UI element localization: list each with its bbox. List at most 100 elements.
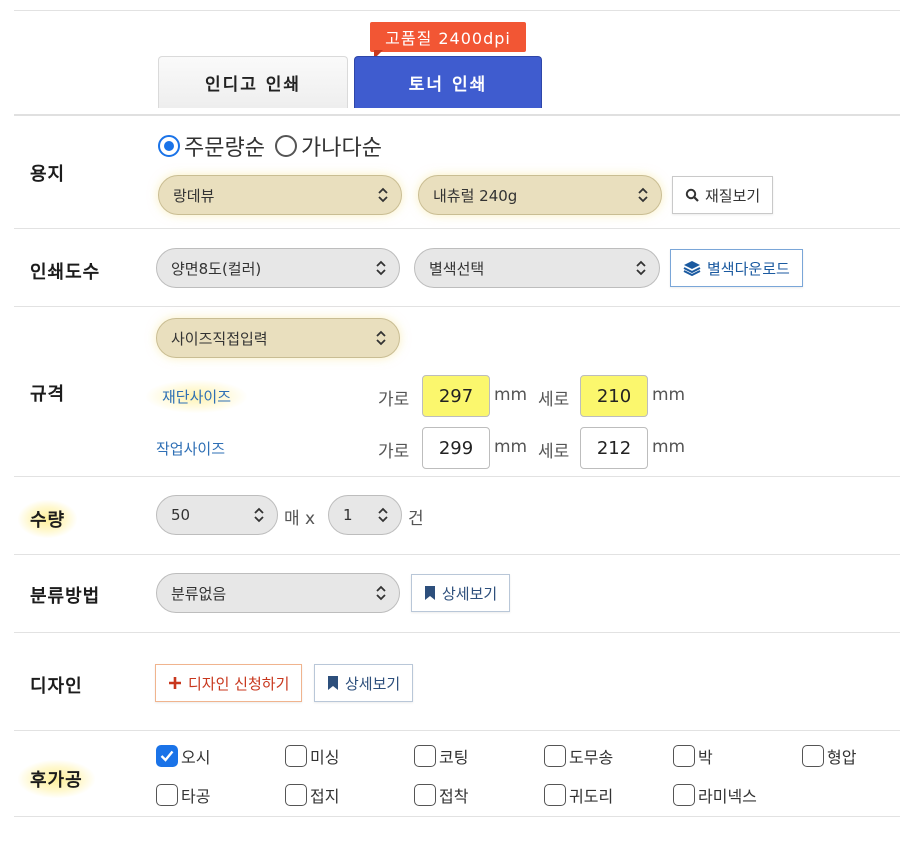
tab-indigo-print[interactable]: 인디고 인쇄 <box>158 56 348 108</box>
sort-by-name-label[interactable]: 가나다순 <box>301 130 382 162</box>
cut-height-label: 세로 <box>538 390 570 410</box>
row-divider <box>14 816 900 817</box>
updown-chevron-icon <box>636 260 646 276</box>
work-width-input[interactable]: 299 <box>422 427 490 469</box>
print-color-value: 양면8도(컬러) <box>171 259 262 278</box>
checkbox-corner[interactable] <box>544 784 566 806</box>
checkbox-osi[interactable] <box>156 745 178 767</box>
paper-label: 용지 <box>30 164 66 185</box>
post-option-glue[interactable]: 접착 <box>414 783 468 807</box>
checkbox-coating[interactable] <box>414 745 436 767</box>
cut-width-label: 가로 <box>378 390 410 410</box>
spot-color-download-label: 별색다운로드 <box>707 259 790 278</box>
option-label-emboss: 형압 <box>827 748 857 767</box>
row-divider <box>14 554 900 555</box>
work-size-label: 작업사이즈 <box>156 440 226 458</box>
tab-toner-print[interactable]: 토너 인쇄 <box>354 56 542 108</box>
size-select[interactable]: 사이즈직접입력 <box>156 318 400 358</box>
sets-select[interactable]: 1 <box>328 495 402 535</box>
paper-sort-group: 주문량순 가나다순 <box>158 130 382 162</box>
bookmark-icon <box>425 586 435 600</box>
paper-type-value: 랑데뷰 <box>173 186 215 205</box>
material-view-button[interactable]: 재질보기 <box>672 176 774 214</box>
sorting-select[interactable]: 분류없음 <box>156 573 400 613</box>
post-option-thomson[interactable]: 도무송 <box>544 744 613 768</box>
row-divider <box>14 632 900 633</box>
checkbox-glue[interactable] <box>414 784 436 806</box>
sort-by-name-radio[interactable] <box>274 135 297 157</box>
sorting-detail-button[interactable]: 상세보기 <box>411 574 511 612</box>
cut-height-input[interactable]: 210 <box>580 375 648 417</box>
check-icon <box>160 750 174 762</box>
size-value: 사이즈직접입력 <box>171 329 268 348</box>
post-option-osi[interactable]: 오시 <box>156 744 210 768</box>
paper-type-select[interactable]: 랑데뷰 <box>158 175 402 215</box>
post-option-mising[interactable]: 미싱 <box>285 744 339 768</box>
sort-by-order-label[interactable]: 주문량순 <box>184 130 265 162</box>
paper-weight-select[interactable]: 내츄럴 240g <box>418 175 662 215</box>
sorting-value: 분류없음 <box>171 584 227 603</box>
sort-by-order-radio[interactable] <box>158 135 180 157</box>
print-color-label: 인쇄도수 <box>30 262 101 283</box>
work-width-label: 가로 <box>378 442 410 462</box>
row-divider <box>14 228 900 229</box>
tab-underline <box>14 114 900 116</box>
updown-chevron-icon <box>378 187 388 203</box>
work-height-unit: mm <box>652 437 686 457</box>
post-option-coating[interactable]: 코팅 <box>414 744 468 768</box>
sorting-detail-label: 상세보기 <box>442 584 498 603</box>
option-label-osi: 오시 <box>181 748 211 767</box>
design-apply-button[interactable]: 디자인 신청하기 <box>155 664 303 702</box>
checkbox-punch[interactable] <box>156 784 178 806</box>
spot-color-value: 별색선택 <box>429 259 485 278</box>
top-divider <box>14 10 900 11</box>
quantity-value: 50 <box>171 506 191 524</box>
post-option-laminex[interactable]: 라미넥스 <box>673 783 757 807</box>
quantity-unit: 매 x <box>284 509 316 529</box>
option-label-mising: 미싱 <box>310 748 340 767</box>
search-icon <box>685 188 699 202</box>
design-apply-label: 디자인 신청하기 <box>188 674 290 693</box>
post-option-emboss[interactable]: 형압 <box>802 744 856 768</box>
cut-width-unit: mm <box>494 385 528 405</box>
work-width-unit: mm <box>494 437 528 457</box>
print-color-select[interactable]: 양면8도(컬러) <box>156 248 400 288</box>
option-label-glue: 접착 <box>439 787 469 806</box>
option-label-coating: 코팅 <box>439 748 469 767</box>
work-height-label: 세로 <box>538 442 570 462</box>
checkbox-emboss[interactable] <box>802 745 824 767</box>
sets-value: 1 <box>343 506 353 524</box>
post-option-corner[interactable]: 귀도리 <box>544 783 613 807</box>
material-view-label: 재질보기 <box>705 186 761 205</box>
layers-icon <box>683 261 701 276</box>
checkbox-thomson[interactable] <box>544 745 566 767</box>
row-divider <box>14 306 900 307</box>
cut-height-unit: mm <box>652 385 686 405</box>
post-option-punch[interactable]: 타공 <box>156 783 210 807</box>
row-divider <box>14 730 900 731</box>
checkbox-foil[interactable] <box>673 745 695 767</box>
updown-chevron-icon <box>378 507 388 523</box>
design-detail-button[interactable]: 상세보기 <box>314 664 414 702</box>
work-height-input[interactable]: 212 <box>580 427 648 469</box>
row-divider <box>14 476 900 477</box>
cut-width-input[interactable]: 297 <box>422 375 490 417</box>
post-option-fold[interactable]: 접지 <box>285 783 339 807</box>
updown-chevron-icon <box>638 187 648 203</box>
spot-color-select[interactable]: 별색선택 <box>414 248 660 288</box>
checkbox-fold[interactable] <box>285 784 307 806</box>
option-label-corner: 귀도리 <box>569 787 614 806</box>
sets-unit: 건 <box>408 509 424 529</box>
checkbox-mising[interactable] <box>285 745 307 767</box>
post-option-foil[interactable]: 박 <box>673 744 713 768</box>
option-label-thomson: 도무송 <box>569 748 614 767</box>
updown-chevron-icon <box>254 507 264 523</box>
paper-weight-value: 내츄럴 240g <box>433 186 518 205</box>
plus-icon <box>169 677 181 689</box>
updown-chevron-icon <box>376 585 386 601</box>
spot-color-download-button[interactable]: 별색다운로드 <box>670 249 803 287</box>
quantity-select[interactable]: 50 <box>156 495 278 535</box>
design-label: 디자인 <box>30 676 83 697</box>
option-label-laminex: 라미넥스 <box>698 787 757 806</box>
checkbox-laminex[interactable] <box>673 784 695 806</box>
